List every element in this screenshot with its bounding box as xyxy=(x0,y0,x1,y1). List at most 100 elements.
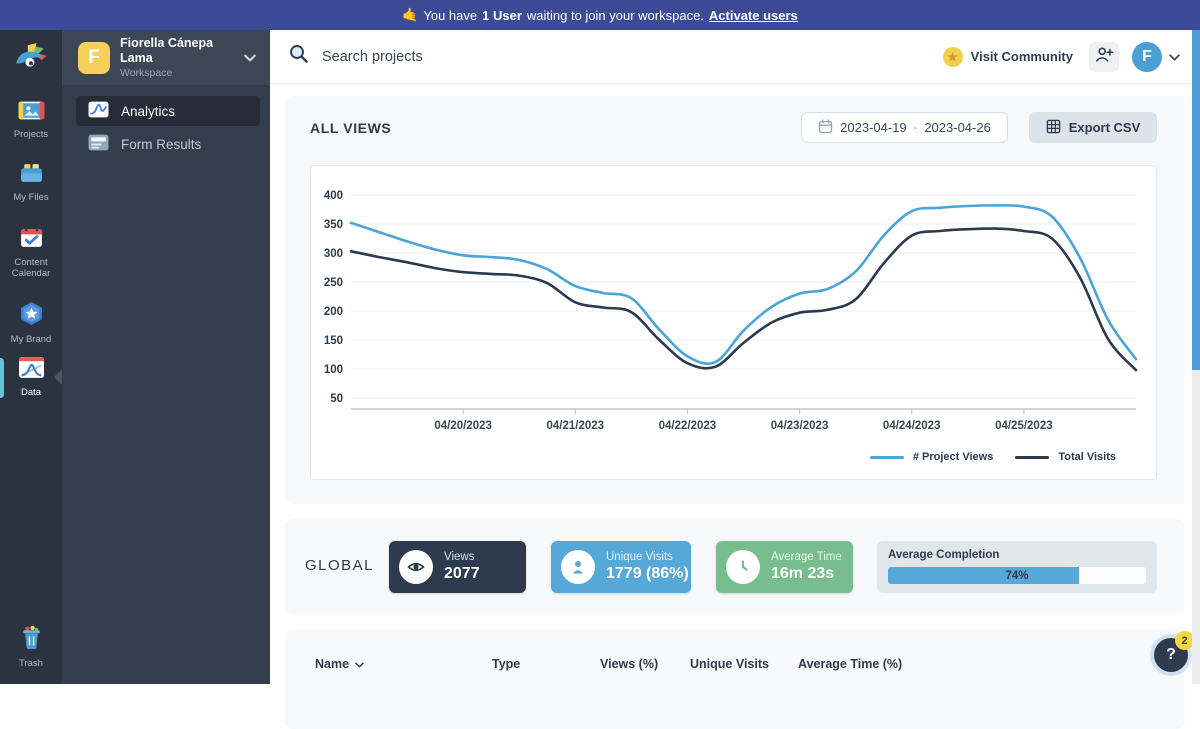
sidebar-item-my-brand[interactable]: My Brand xyxy=(0,301,62,345)
svg-text:250: 250 xyxy=(324,277,343,289)
svg-text:04/21/2023: 04/21/2023 xyxy=(547,420,605,432)
chevron-down-icon xyxy=(244,49,256,67)
stat-value: 2077 xyxy=(444,565,480,582)
search-icon xyxy=(288,43,310,70)
topbar: ★ Visit Community F xyxy=(270,30,1200,84)
table-grid-icon xyxy=(1046,119,1061,137)
svg-text:100: 100 xyxy=(324,364,343,376)
export-csv-label: Export CSV xyxy=(1068,120,1141,135)
all-views-panel: ALL VIEWS 2023-04-19 - 2023-04-26 Export… xyxy=(285,96,1185,504)
stat-value: 16m 23s xyxy=(771,565,835,582)
eye-icon xyxy=(399,550,433,584)
stat-value: 1779 (86%) xyxy=(606,565,689,582)
chart-canvas: 50 100 150 200 250 300 350 400 04/20/2023 04/21/2… xyxy=(324,190,1138,432)
stat-card-views: Views 2077 xyxy=(389,541,526,593)
sidebar-item-label: Data xyxy=(20,387,42,398)
chevron-down-icon[interactable] xyxy=(1169,48,1180,66)
completion-label: Average Completion xyxy=(888,549,1000,561)
menu-item-form-results[interactable]: Form Results xyxy=(76,129,260,159)
help-button[interactable]: ? 2 xyxy=(1154,631,1194,672)
sidebar-item-my-files[interactable]: My Files xyxy=(0,163,62,203)
app-logo-icon[interactable] xyxy=(13,40,49,76)
stat-name: Average Time xyxy=(771,551,842,563)
activation-banner: 🤙 You have 1 User waiting to join your w… xyxy=(0,0,1200,30)
invite-user-button[interactable] xyxy=(1089,41,1119,72)
column-header-views[interactable]: Views (%) xyxy=(600,657,690,671)
svg-text:350: 350 xyxy=(324,219,343,231)
workspace-avatar: F xyxy=(78,41,110,74)
menu-item-label: Form Results xyxy=(121,136,202,152)
export-csv-button[interactable]: Export CSV xyxy=(1029,112,1157,143)
visit-community-label: Visit Community xyxy=(970,49,1073,64)
banner-text-before: You have xyxy=(423,7,478,23)
svg-text:400: 400 xyxy=(324,190,343,202)
svg-text:200: 200 xyxy=(324,306,343,318)
page-scrollbar-track[interactable] xyxy=(1192,30,1200,684)
legend-label: # Project Views xyxy=(912,451,994,463)
stat-card-average-time: Average Time 16m 23s xyxy=(716,541,853,593)
global-stats-panel: GLOBAL Views 2077 Unique Visits 1779 (86… xyxy=(285,519,1185,614)
date-separator: - xyxy=(913,121,918,134)
projects-icon xyxy=(0,100,62,124)
sidebar-item-data[interactable]: Data xyxy=(0,356,62,398)
icon-sidebar: Projects My Files Content Calendar My Br… xyxy=(0,30,63,684)
sidebar-item-label: My Brand xyxy=(10,334,52,345)
visit-community-button[interactable]: ★ Visit Community xyxy=(942,46,1073,67)
search-box[interactable] xyxy=(288,43,943,70)
workspace-subtitle: Workspace xyxy=(120,67,173,79)
banner-text-middle: waiting to join your workspace. xyxy=(526,7,704,23)
my-brand-icon xyxy=(0,301,62,329)
completion-percent: 74% xyxy=(1005,569,1029,582)
calendar-icon xyxy=(818,118,833,137)
workspace-name: Fiorella Cánepa Lama xyxy=(120,36,214,65)
svg-text:300: 300 xyxy=(324,248,343,260)
hand-emoji-icon: 🤙 xyxy=(402,7,419,22)
form-results-icon xyxy=(88,134,109,154)
stat-name: Unique Visits xyxy=(606,551,673,563)
my-files-icon xyxy=(0,163,62,187)
date-range-picker[interactable]: 2023-04-19 - 2023-04-26 xyxy=(801,112,1008,143)
stat-card-unique-visits: Unique Visits 1779 (86%) xyxy=(551,541,691,593)
sidebar-item-trash[interactable]: Trash xyxy=(0,625,62,669)
menu-item-analytics[interactable]: Analytics xyxy=(76,96,260,126)
sidebar-item-projects[interactable]: Projects xyxy=(0,100,62,140)
average-completion-card: Average Completion 74% xyxy=(877,541,1157,593)
workspace-switcher[interactable]: F Fiorella Cánepa Lama Workspace xyxy=(62,30,270,85)
column-label: Name xyxy=(315,657,350,671)
person-add-icon xyxy=(1094,46,1114,68)
data-icon xyxy=(0,356,62,382)
completion-progress-track: 74% xyxy=(888,567,1146,584)
star-badge-icon: ★ xyxy=(942,46,963,67)
menu-item-label: Analytics xyxy=(121,103,176,119)
panel-title: ALL VIEWS xyxy=(310,120,392,136)
sidebar-item-label: Content Calendar xyxy=(11,257,51,279)
column-header-unique-visits[interactable]: Unique Visits xyxy=(690,657,798,671)
svg-text:04/23/2023: 04/23/2023 xyxy=(771,420,829,432)
sidebar-item-label: Trash xyxy=(19,658,43,669)
trash-icon xyxy=(0,625,62,653)
stat-name: Views xyxy=(444,551,475,563)
svg-text:50: 50 xyxy=(330,393,343,405)
table-header-row: Name Type Views (%) Unique Visits Averag… xyxy=(315,657,902,671)
column-header-average-time[interactable]: Average Time (%) xyxy=(798,657,902,671)
sort-chevron-icon xyxy=(355,657,364,671)
legend-item-project-views: # Project Views xyxy=(869,451,994,463)
person-icon xyxy=(561,550,595,584)
legend-swatch xyxy=(1015,455,1050,459)
column-header-name[interactable]: Name xyxy=(315,657,492,671)
chart-legend: # Project Views Total Visits xyxy=(869,451,1116,463)
active-nav-indicator xyxy=(0,358,4,398)
sidebar-item-content-calendar[interactable]: Content Calendar xyxy=(0,226,62,279)
search-input[interactable] xyxy=(322,48,622,65)
analytics-icon xyxy=(88,101,109,121)
activate-users-link[interactable]: Activate users xyxy=(709,8,798,23)
page-scrollbar-thumb[interactable] xyxy=(1192,30,1200,370)
svg-text:04/24/2023: 04/24/2023 xyxy=(883,420,941,432)
views-line-chart: 50 100 150 200 250 300 350 400 04/20/2023 04/21/2… xyxy=(310,165,1157,480)
column-header-type[interactable]: Type xyxy=(492,657,600,671)
svg-text:04/25/2023: 04/25/2023 xyxy=(995,420,1053,432)
svg-text:04/22/2023: 04/22/2023 xyxy=(659,420,717,432)
svg-text:04/20/2023: 04/20/2023 xyxy=(434,420,492,432)
user-avatar[interactable]: F xyxy=(1132,41,1162,72)
question-mark-icon: ? xyxy=(1166,646,1176,663)
